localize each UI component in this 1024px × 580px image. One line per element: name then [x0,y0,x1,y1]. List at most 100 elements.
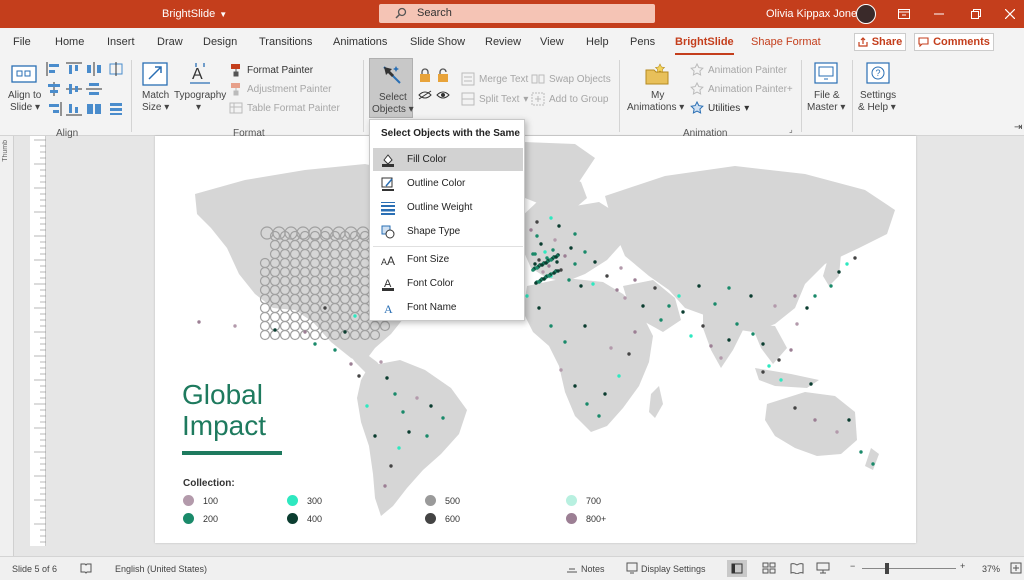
map-dot[interactable] [233,324,237,328]
map-dot[interactable] [385,376,389,380]
selected-marker[interactable] [289,320,301,332]
map-dot[interactable] [871,462,875,466]
map-dot[interactable] [349,362,353,366]
map-dot[interactable] [559,268,563,272]
fit-to-window-icon[interactable] [1010,562,1022,576]
accessibility-icon[interactable] [80,562,92,576]
map-dot[interactable] [535,220,539,224]
map-dot[interactable] [701,324,705,328]
map-dot[interactable] [425,434,429,438]
display-settings-icon[interactable] [626,562,638,576]
map-dot[interactable] [547,274,551,278]
language-indicator[interactable]: English (United States) [115,564,207,574]
zoom-slider-track[interactable] [862,568,956,569]
show-icon[interactable] [436,90,450,103]
slice-icon[interactable] [108,62,124,76]
map-dot[interactable] [379,360,383,364]
map-dot[interactable] [373,434,377,438]
map-dot[interactable] [551,248,555,252]
map-dot[interactable] [667,304,671,308]
map-dot[interactable] [593,260,597,264]
slide-sorter-icon[interactable] [762,562,776,576]
map-dot[interactable] [633,278,637,282]
map-dot[interactable] [549,258,553,262]
map-dot[interactable] [537,306,541,310]
map-dot[interactable] [749,294,753,298]
map-dot[interactable] [813,294,817,298]
map-dot[interactable] [591,282,595,286]
map-dot[interactable] [539,242,543,246]
map-dot[interactable] [537,258,541,262]
legend-item[interactable]: 800+ [566,513,606,524]
map-dot[interactable] [583,324,587,328]
menu-item-fill-color[interactable]: Fill Color [373,148,523,171]
animation-painter-button[interactable]: Animation Painter [690,63,787,77]
selected-marker[interactable] [299,320,311,332]
map-dot[interactable] [777,358,781,362]
legend-item[interactable]: 200 [183,513,218,524]
map-dot[interactable] [540,263,544,267]
map-dot[interactable] [397,446,401,450]
map-dot[interactable] [617,374,621,378]
dialog-launcher-icon[interactable]: ⌟ [789,125,793,134]
map-dot[interactable] [789,348,793,352]
swap-objects-button[interactable]: Swap Objects [531,72,611,86]
map-dot[interactable] [809,382,813,386]
map-dot[interactable] [829,284,833,288]
reading-view-icon[interactable] [790,562,804,576]
same-size-icon[interactable] [86,102,102,116]
align-middle-icon[interactable] [66,82,82,96]
map-dot[interactable] [779,378,783,382]
map-dot[interactable] [429,404,433,408]
typography-button[interactable]: Typography [174,90,226,101]
map-dot[interactable] [556,269,560,273]
map-dot[interactable] [719,356,723,360]
map-dot[interactable] [605,274,609,278]
map-dot[interactable] [553,238,557,242]
align-top-icon[interactable] [66,62,82,76]
notes-button[interactable]: Notes [581,564,605,574]
my-animations-button[interactable]: Animations ▾ [627,102,684,113]
map-dot[interactable] [401,410,405,414]
animation-painter-plus-button[interactable]: Animation Painter+ [690,82,793,96]
selected-marker[interactable] [259,329,271,341]
vertical-scrollbar[interactable] [1016,136,1024,556]
collapse-ribbon-icon[interactable]: ⇥ [1014,122,1022,133]
tab-pens[interactable]: Pens [630,36,655,48]
ribbon-display-options-icon[interactable] [892,4,916,24]
adjustment-painter-button[interactable]: Adjustment Painter [229,82,332,96]
split-text-button[interactable]: Split Text ▾ [461,92,528,106]
tab-animations[interactable]: Animations [333,36,387,48]
map-dot[interactable] [543,250,547,254]
unlock-icon[interactable] [436,68,450,85]
map-dot[interactable] [535,234,539,238]
map-dot[interactable] [603,392,607,396]
map-dot[interactable] [713,302,717,306]
slide-canvas[interactable]: Global Impact Collection: 100 200 300 40… [155,136,916,543]
selected-marker[interactable] [269,329,281,341]
align-right-icon[interactable] [46,102,62,116]
map-dot[interactable] [847,418,851,422]
map-dot[interactable] [537,280,541,284]
selected-marker[interactable] [279,320,291,332]
hide-icon[interactable] [418,90,432,103]
menu-item-font-name[interactable]: A Font Name [373,296,523,319]
selected-marker[interactable] [259,320,271,332]
map-dot[interactable] [727,338,731,342]
menu-item-shape-type[interactable]: Shape Type [373,220,523,243]
notes-icon[interactable] [566,563,578,575]
map-dot[interactable] [761,342,765,346]
zoom-out-button[interactable]: − [850,561,855,571]
tab-help[interactable]: Help [586,36,609,48]
map-dot[interactable] [533,262,537,266]
selected-marker[interactable] [269,311,281,323]
align-bottom-icon[interactable] [66,102,82,116]
map-dot[interactable] [544,261,548,265]
map-dot[interactable] [585,402,589,406]
tab-draw[interactable]: Draw [157,36,183,48]
map-dot[interactable] [554,255,558,259]
selected-marker[interactable] [279,311,291,323]
map-dot[interactable] [549,216,553,220]
map-dot[interactable] [567,278,571,282]
map-dot[interactable] [859,450,863,454]
